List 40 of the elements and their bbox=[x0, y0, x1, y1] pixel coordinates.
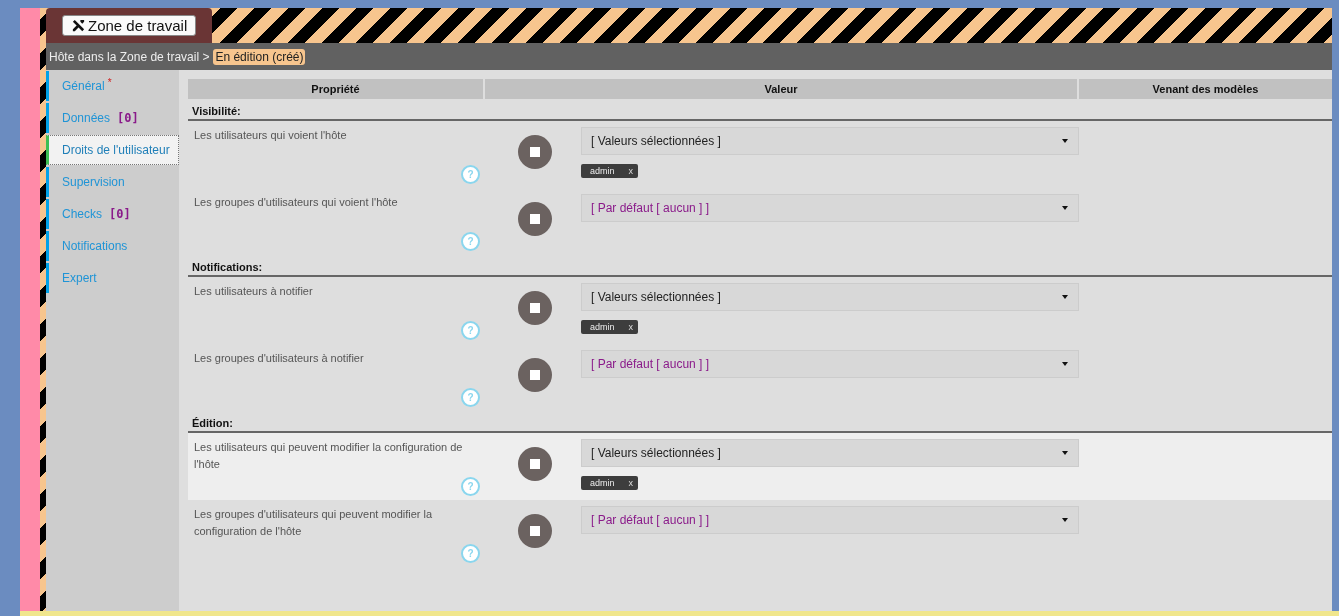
user-tag: admin x bbox=[581, 164, 638, 178]
select-field[interactable]: [ Valeurs sélectionnées ] bbox=[581, 439, 1079, 467]
section-title: Visibilité: bbox=[188, 99, 1332, 121]
remove-tag-button[interactable]: x bbox=[628, 166, 633, 176]
caret-icon bbox=[1062, 451, 1068, 455]
toggle-button[interactable] bbox=[518, 291, 552, 325]
select-field[interactable]: [ Valeurs sélectionnées ] bbox=[581, 283, 1079, 311]
property-label: Les utilisateurs qui peuvent modifier la configuration de l'hôte bbox=[194, 440, 464, 472]
remove-tag-button[interactable]: x bbox=[628, 478, 633, 488]
select-field[interactable]: [ Par défaut [ aucun ] ] bbox=[581, 194, 1079, 222]
select-field[interactable]: [ Valeurs sélectionnées ] bbox=[581, 127, 1079, 155]
column-header: Valeur bbox=[485, 79, 1077, 99]
breadcrumb-text: Hôte dans la Zone de travail > bbox=[49, 49, 210, 64]
caret-icon bbox=[1062, 295, 1068, 299]
workspace-button[interactable]: Zone de travail bbox=[62, 15, 197, 36]
property-label: Les groupes d'utilisateurs qui voient l'hôte bbox=[194, 195, 399, 210]
property-label: Les groupes d'utilisateurs qui peuvent modifier la configuration de l'hôte bbox=[194, 507, 434, 539]
section-title: Notifications: bbox=[188, 255, 1332, 277]
user-tag: admin x bbox=[581, 476, 638, 490]
sidebar-tab[interactable]: Droits de l'utilisateur bbox=[46, 135, 179, 165]
toggle-button[interactable] bbox=[518, 514, 552, 548]
tools-icon bbox=[71, 18, 86, 33]
toggle-button[interactable] bbox=[518, 358, 552, 392]
select-field[interactable]: [ Par défaut [ aucun ] ] bbox=[581, 350, 1079, 378]
toggle-button[interactable] bbox=[518, 447, 552, 481]
remove-tag-button[interactable]: x bbox=[628, 322, 633, 332]
caret-icon bbox=[1062, 362, 1068, 366]
column-header: Propriété bbox=[188, 79, 483, 99]
caret-icon bbox=[1062, 518, 1068, 522]
caret-icon bbox=[1062, 139, 1068, 143]
column-header: Venant des modèles bbox=[1079, 79, 1332, 99]
caret-icon bbox=[1062, 206, 1068, 210]
property-label: Les groupes d'utilisateurs à notifier bbox=[194, 351, 365, 366]
toggle-button[interactable] bbox=[518, 135, 552, 169]
user-tag: admin x bbox=[581, 320, 638, 334]
property-label: Les utilisateurs qui voient l'hôte bbox=[194, 128, 348, 143]
property-label: Les utilisateurs à notifier bbox=[194, 284, 314, 299]
status-badge: En édition (créé) bbox=[213, 48, 306, 65]
toggle-button[interactable] bbox=[518, 202, 552, 236]
select-field[interactable]: [ Par défaut [ aucun ] ] bbox=[581, 506, 1079, 534]
